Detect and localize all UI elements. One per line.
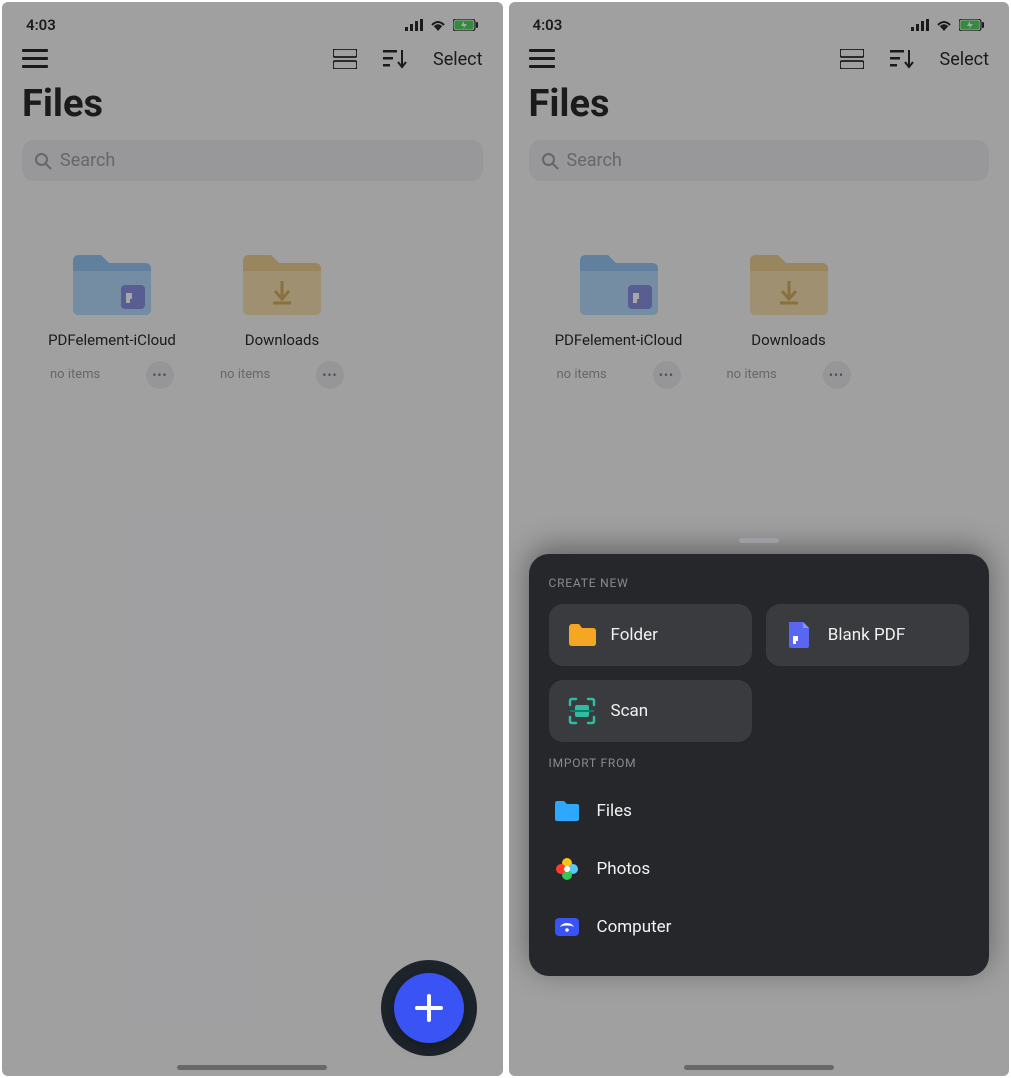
view-toggle-button[interactable] <box>840 49 864 69</box>
folder-subtitle: no items <box>557 367 607 382</box>
search-icon <box>34 152 52 170</box>
phone-screen-right: 4:03 Select Files <box>509 2 1010 1076</box>
sort-button[interactable] <box>383 48 407 70</box>
folder-name: PDFelement-iCloud <box>555 331 683 351</box>
create-scan-button[interactable]: Scan <box>549 680 752 742</box>
search-input[interactable]: Search <box>22 140 483 181</box>
folder-more-button[interactable]: ••• <box>316 361 344 389</box>
folder-more-button[interactable]: ••• <box>823 361 851 389</box>
home-indicator[interactable] <box>684 1065 834 1070</box>
folder-icon <box>239 251 325 319</box>
import-label: Photos <box>597 859 651 879</box>
sort-button[interactable] <box>890 48 914 70</box>
create-sheet: CREATE NEW Folder Blank PDF Scan <box>529 554 990 976</box>
search-placeholder: Search <box>60 150 115 171</box>
battery-charging-icon <box>453 19 479 31</box>
import-computer-button[interactable]: Computer <box>549 900 970 954</box>
folder-grid: PDFelement-iCloud no items ••• Downloads… <box>529 181 990 389</box>
folder-icon <box>567 620 597 650</box>
search-placeholder: Search <box>567 150 622 171</box>
tile-label: Blank PDF <box>828 625 905 645</box>
menu-button[interactable] <box>22 49 48 69</box>
folder-blue-icon <box>553 798 581 824</box>
import-label: Computer <box>597 917 672 937</box>
page-title: Files <box>529 80 990 140</box>
folder-icon <box>746 251 832 319</box>
wifi-icon <box>429 19 447 31</box>
folder-item-downloads[interactable]: Downloads no items ••• <box>212 251 352 389</box>
import-photos-button[interactable]: Photos <box>549 842 970 896</box>
fab-ring <box>381 960 477 1056</box>
folder-name: Downloads <box>245 331 320 351</box>
page-title: Files <box>22 80 483 140</box>
folder-icon <box>69 251 155 319</box>
folder-item-pdfelement[interactable]: PDFelement-iCloud no items ••• <box>549 251 689 389</box>
sheet-heading-create: CREATE NEW <box>549 576 970 590</box>
sheet-heading-import: IMPORT FROM <box>549 756 970 770</box>
battery-charging-icon <box>959 19 985 31</box>
folder-item-downloads[interactable]: Downloads no items ••• <box>719 251 859 389</box>
folder-item-pdfelement[interactable]: PDFelement-iCloud no items ••• <box>42 251 182 389</box>
folder-name: PDFelement-iCloud <box>48 331 176 351</box>
cellular-signal-icon <box>911 19 929 31</box>
menu-button[interactable] <box>529 49 555 69</box>
toolbar: Select <box>529 42 990 80</box>
folder-icon <box>576 251 662 319</box>
tile-label: Folder <box>611 625 658 645</box>
import-label: Files <box>597 801 632 821</box>
status-time: 4:03 <box>533 16 563 34</box>
status-indicators <box>911 19 985 31</box>
status-bar: 4:03 <box>529 2 990 42</box>
photos-icon <box>553 856 581 882</box>
folder-subtitle: no items <box>220 367 270 382</box>
cellular-signal-icon <box>405 19 423 31</box>
scan-icon <box>567 696 597 726</box>
add-button[interactable] <box>394 973 464 1043</box>
select-button[interactable]: Select <box>940 49 989 70</box>
toolbar: Select <box>22 42 483 80</box>
home-indicator[interactable] <box>177 1065 327 1070</box>
create-folder-button[interactable]: Folder <box>549 604 752 666</box>
folder-more-button[interactable]: ••• <box>146 361 174 389</box>
folder-subtitle: no items <box>50 367 100 382</box>
computer-icon <box>553 914 581 940</box>
view-toggle-button[interactable] <box>333 49 357 69</box>
status-indicators <box>405 19 479 31</box>
folder-subtitle: no items <box>727 367 777 382</box>
folder-more-button[interactable]: ••• <box>653 361 681 389</box>
status-time: 4:03 <box>26 16 56 34</box>
file-icon <box>784 620 814 650</box>
phone-screen-left: 4:03 Select Files <box>2 2 503 1076</box>
search-input[interactable]: Search <box>529 140 990 181</box>
folder-name: Downloads <box>751 331 826 351</box>
sheet-grabber[interactable] <box>739 538 779 543</box>
folder-grid: PDFelement-iCloud no items ••• Downloads… <box>22 181 483 389</box>
status-bar: 4:03 <box>22 2 483 42</box>
import-files-button[interactable]: Files <box>549 784 970 838</box>
search-icon <box>541 152 559 170</box>
create-blank-pdf-button[interactable]: Blank PDF <box>766 604 969 666</box>
tile-label: Scan <box>611 701 649 721</box>
select-button[interactable]: Select <box>433 49 482 70</box>
wifi-icon <box>935 19 953 31</box>
